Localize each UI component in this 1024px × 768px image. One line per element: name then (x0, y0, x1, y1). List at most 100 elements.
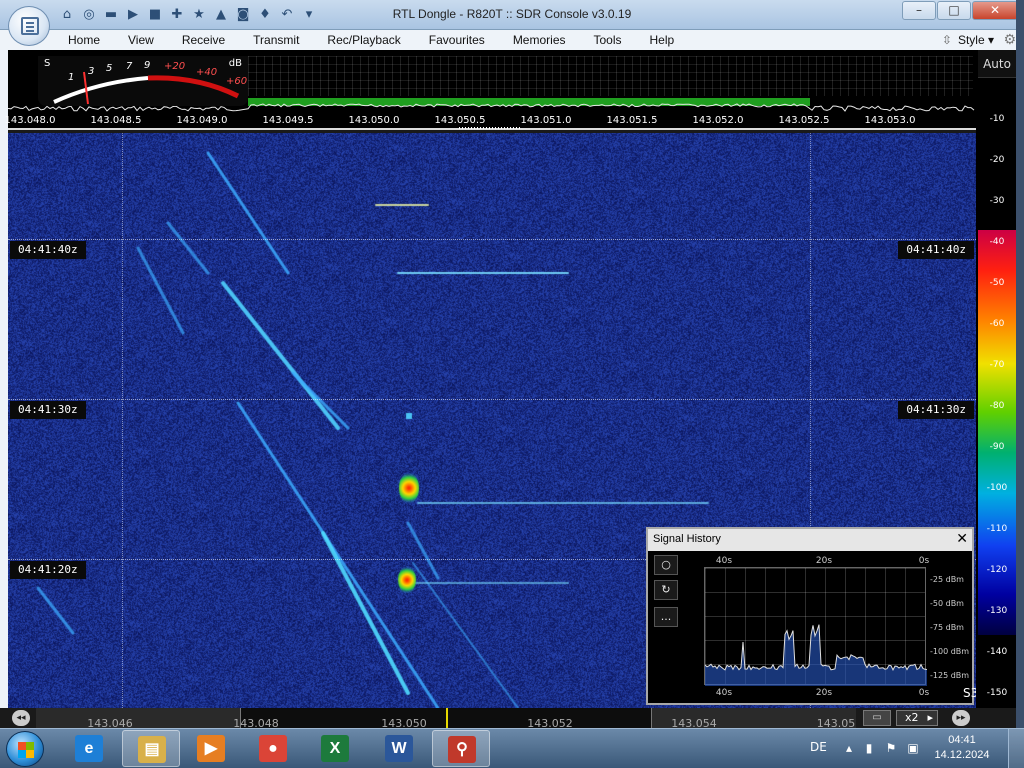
s-scale-plus40: +40 (196, 67, 218, 78)
desktop-edge (1016, 0, 1024, 728)
window-title: RTL Dongle - R820T :: SDR Console v3.0.1… (392, 7, 632, 21)
close-button[interactable]: ✕ (972, 1, 1018, 20)
minimize-button[interactable]: – (902, 1, 936, 20)
frequency-tick-label: 143.051.5 (606, 115, 658, 126)
colour-scale-tick: -60 (989, 319, 1005, 329)
frequency-tick-label: 143.048.5 (90, 115, 142, 126)
s-scale-9: 9 (144, 60, 151, 71)
spectrum-display[interactable]: S dB 1 3 5 7 9 +20 +40 +60 (8, 50, 976, 112)
scroll-right-button[interactable]: ▸▸ (952, 710, 970, 726)
colour-scale-tick: -80 (989, 401, 1005, 411)
zoom-arrow-icon: ▸ (927, 711, 933, 724)
taskbar-internet-explorer[interactable]: e (60, 730, 118, 767)
menu-rec-playback[interactable]: Rec/Playback (313, 30, 414, 50)
taskbar-chrome[interactable]: ● (244, 730, 302, 767)
frequency-tick-label: 143.051.0 (520, 115, 572, 126)
word-icon: W (385, 735, 413, 762)
clock-date: 14.12.2024 (934, 749, 990, 761)
s-scale-plus20: +20 (164, 61, 186, 72)
sh-xlabel-bottom: 40s (715, 688, 733, 698)
waterfall-freq-gridline (122, 133, 123, 708)
sh-xlabel-bottom: 0s (918, 688, 930, 698)
menu-view[interactable]: View (114, 30, 168, 50)
menu-tools[interactable]: Tools (580, 30, 636, 50)
windows-logo-icon (18, 742, 34, 758)
menu-memories[interactable]: Memories (499, 30, 580, 50)
timestamp-label-right: 04:41:40z (898, 241, 974, 259)
sh-xlabel-bottom: 20s (815, 688, 833, 698)
overview-display-button[interactable]: ▭ (863, 710, 891, 726)
show-desktop-button[interactable] (1008, 729, 1024, 768)
taskbar-media-player[interactable]: ▶ (182, 730, 240, 767)
network-icon[interactable]: ▣ (906, 741, 920, 755)
start-button[interactable] (6, 731, 44, 767)
signal-history-panel[interactable]: Signal History ✕ ○ ↻ ... 40s 20s 0s S3 -… (646, 527, 978, 705)
menu-receive[interactable]: Receive (168, 30, 239, 50)
frequency-ruler[interactable]: 143.048.0 143.048.5 143.049.0 143.049.5 143.… (5, 112, 976, 130)
signal-history-record-button[interactable]: ○ (654, 555, 678, 575)
sh-xlabel-top: 40s (715, 556, 733, 566)
auto-scale-button[interactable]: Auto (978, 50, 1016, 78)
style-menu[interactable]: ⇳ Style ▾ (942, 30, 994, 50)
sdr-console-window: ⌂ ◎ ▬ ▶ ■ ✚ ★ ▲ ◙ ♦ ↶ ▾ RTL Dongle - R820T :: SDR C… (0, 0, 1024, 768)
zoom-select[interactable]: x2 ▸ (896, 710, 938, 726)
overview-tuning-marker[interactable] (446, 708, 448, 728)
taskbar-excel[interactable]: X (306, 730, 364, 767)
tray-expand-icon[interactable]: ▴ (842, 741, 856, 755)
menu-home[interactable]: Home (54, 30, 114, 50)
timestamp-label-left: 04:41:40z (10, 241, 86, 259)
frequency-tick-label: 143.052.0 (692, 115, 744, 126)
menu-transmit[interactable]: Transmit (239, 30, 313, 50)
signal-history-options-button[interactable]: ... (654, 607, 678, 627)
clock-time: 04:41 (948, 734, 976, 746)
windows-taskbar: e ▤ ▶ ● X W ⚲ DE ▴ ▮ ⚑ ▣ 04:41 14.12.2024 (0, 728, 1024, 768)
s-scale-plus60: +60 (226, 76, 248, 87)
taskbar-file-explorer[interactable]: ▤ (122, 730, 180, 767)
gear-icon[interactable]: ⚙ (1003, 32, 1016, 48)
colour-scale-tick: -40 (989, 237, 1005, 247)
menu-help[interactable]: Help (636, 30, 689, 50)
taskbar-word[interactable]: W (370, 730, 428, 767)
colour-scale[interactable]: Auto -10 -20 -30 -40 -50 -60 -70 -80 -90 -100 -110… (978, 50, 1016, 708)
signal-history-header[interactable]: Signal History ✕ (648, 529, 972, 551)
colour-scale-tick: -10 (989, 114, 1005, 124)
frequency-tick-label: 143.049.0 (176, 115, 228, 126)
title-bar: ⌂ ◎ ▬ ▶ ■ ✚ ★ ▲ ◙ ♦ ↶ ▾ RTL Dongle - R820T :: SDR C… (0, 0, 1024, 30)
s-meter-s-label: S (44, 58, 51, 69)
action-center-icon[interactable]: ⚑ (884, 741, 898, 755)
sdr-console-icon: ⚲ (448, 736, 476, 763)
frequency-tick-label: 143.050.0 (348, 115, 400, 126)
colour-scale-tick: -90 (989, 442, 1005, 452)
colour-scale-tick: -130 (986, 606, 1008, 616)
taskbar-sdr-console[interactable]: ⚲ (432, 730, 490, 767)
scroll-left-button[interactable]: ◂◂ (12, 710, 30, 726)
system-tray: DE ▴ ▮ ⚑ ▣ (800, 729, 940, 768)
colour-scale-tick: -150 (986, 688, 1008, 698)
signal-history-reset-button[interactable]: ↻ (654, 580, 678, 600)
media-player-icon: ▶ (197, 735, 225, 762)
usb-device-icon[interactable]: ▮ (862, 741, 876, 755)
file-explorer-icon: ▤ (138, 736, 166, 763)
sh-ylabel: -25 dBm (930, 575, 964, 584)
waterfall-time-gridline (8, 239, 976, 240)
waterfall-time-gridline (8, 399, 976, 400)
menu-favourites[interactable]: Favourites (415, 30, 499, 50)
colour-scale-tick: -30 (989, 196, 1005, 206)
tuning-drag-handle[interactable] (459, 127, 521, 129)
colour-scale-tick: -110 (986, 524, 1008, 534)
overview-track[interactable]: 143.046 143.048 143.050 143.052 143.054 143.0… (36, 708, 856, 730)
signal-history-plot: S3 (704, 567, 978, 700)
sh-xlabel-top: 20s (815, 556, 833, 566)
application-menu-button[interactable] (8, 6, 50, 46)
frequency-tick-label: 143.052.5 (778, 115, 830, 126)
window-controls: – □ ✕ (901, 1, 1018, 20)
colour-scale-tick: -20 (989, 155, 1005, 165)
excel-icon: X (321, 735, 349, 762)
colour-scale-tick: -100 (986, 483, 1008, 493)
language-indicator[interactable]: DE (810, 740, 827, 754)
maximize-button[interactable]: □ (937, 1, 971, 20)
colour-scale-tick: -50 (989, 278, 1005, 288)
timestamp-label-left: 04:41:20z (10, 561, 86, 579)
close-icon[interactable]: ✕ (956, 531, 968, 547)
taskbar-clock[interactable]: 04:41 14.12.2024 (932, 733, 992, 763)
